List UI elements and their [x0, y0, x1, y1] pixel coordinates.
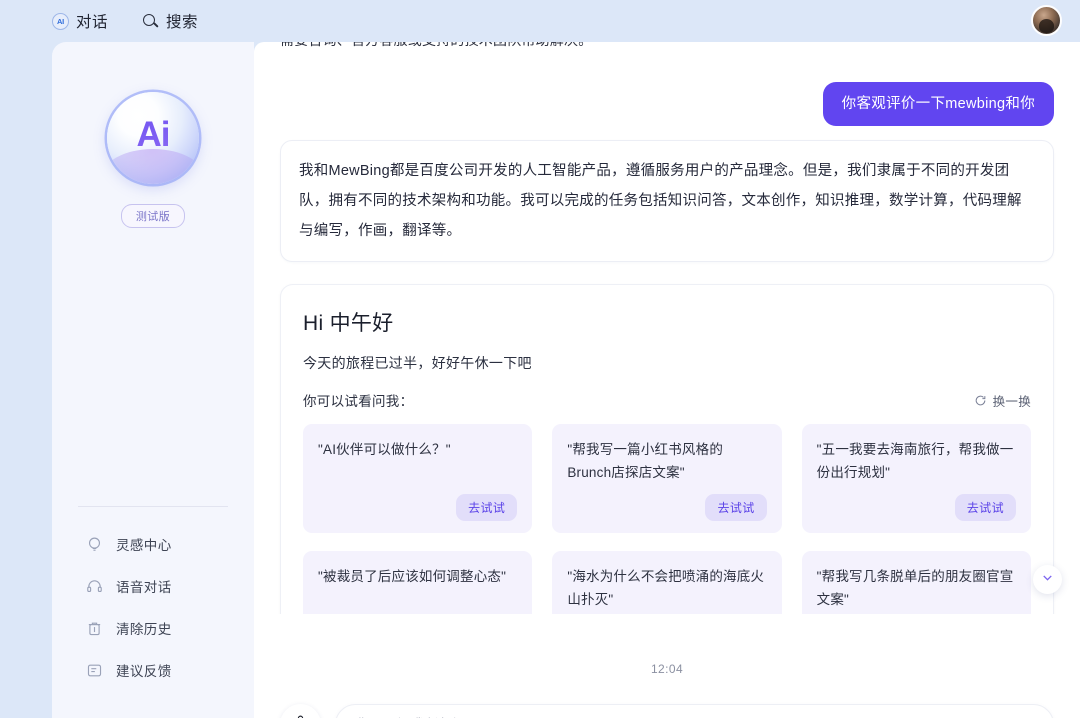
suggestion-button-row: 去试试: [567, 494, 767, 521]
headset-icon: [86, 578, 103, 595]
suggestion-text: "帮我写几条脱单后的朋友圈官宣文案": [816, 569, 1014, 607]
sidebar-item-feedback-label: 建议反馈: [116, 664, 172, 679]
sidebar-item-feedback[interactable]: 建议反馈: [52, 649, 254, 691]
app-root: AI 对话 搜索 Ai 测试版 灵感中心 语音对话 清除历史 建议反馈 你客观评…: [0, 0, 1080, 718]
sidebar-divider: [78, 506, 228, 507]
greeting-subtitle: 今天的旅程已过半，好好午休一下吧: [303, 355, 532, 371]
sidebar: Ai 测试版 灵感中心 语音对话 清除历史 建议反馈: [52, 42, 254, 718]
search-icon: [142, 13, 159, 30]
suggestion-card[interactable]: "帮我写几条脱单后的朋友圈官宣文案" 去试试: [801, 551, 1031, 614]
scroll-to-bottom-button[interactable]: [1033, 565, 1062, 594]
try-it-button[interactable]: 去试试: [456, 494, 518, 521]
clipped-message-text: 需要咨询、官方客服或支持的技术团队帮助解决。: [280, 42, 592, 51]
sidebar-item-clear-history[interactable]: 清除历史: [52, 607, 254, 649]
suggestion-card[interactable]: "海水为什么不会把喷涌的海底火山扑灭" 去试试: [552, 551, 782, 614]
sidebar-item-voice-chat[interactable]: 语音对话: [52, 565, 254, 607]
greeting-hint: 你可以试看问我：: [303, 394, 414, 409]
suggestion-text: "海水为什么不会把喷涌的海底火山扑灭": [567, 569, 765, 607]
sidebar-item-inspiration-label: 灵感中心: [116, 538, 172, 553]
feedback-icon: [86, 662, 103, 679]
beta-badge: 测试版: [120, 204, 186, 228]
top-bar: AI 对话 搜索: [0, 0, 1080, 42]
suggestion-button-row: 去试试: [817, 494, 1016, 521]
refresh-label: 换一换: [992, 394, 1031, 409]
tab-dialogue-label: 对话: [76, 14, 109, 31]
tab-dialogue[interactable]: AI 对话: [52, 10, 108, 32]
message-row-user: 你客观评价一下mewbing和你: [280, 82, 1054, 126]
chat-thread: 需要咨询、官方客服或支持的技术团队帮助解决。 你客观评价一下mewbing和你 …: [254, 42, 1080, 614]
tab-search[interactable]: 搜索: [142, 10, 198, 32]
top-tab-list: AI 对话 搜索: [52, 10, 198, 32]
app-logo: Ai: [107, 92, 199, 184]
try-it-button[interactable]: 去试试: [954, 494, 1016, 521]
tab-search-label: 搜索: [166, 14, 199, 31]
suggestion-card[interactable]: "五一我要去海南旅行，帮我做一份出行规划" 去试试: [801, 424, 1031, 533]
sidebar-item-voice-chat-label: 语音对话: [116, 580, 172, 595]
suggestion-card[interactable]: "AI伙伴可以做什么？" 去试试: [303, 424, 533, 533]
sidebar-item-inspiration[interactable]: 灵感中心: [52, 523, 254, 565]
message-row-assistant: 我和MewBing都是百度公司开发的人工智能产品，遵循服务用户的产品理念。但是，…: [280, 140, 1054, 262]
suggestion-text: "被裁员了后应该如何调整心态": [318, 569, 507, 584]
microphone-icon: [292, 714, 309, 718]
try-it-button[interactable]: 去试试: [705, 494, 767, 521]
suggestion-text: "帮我写一篇小红书风格的Brunch店探店文案": [567, 442, 724, 480]
logo-text: Ai: [107, 92, 199, 184]
lightbulb-icon: [86, 536, 103, 553]
suggestion-card-grid: "AI伙伴可以做什么？" 去试试 "帮我写一篇小红书风格的Brunch店探店文案…: [303, 424, 1031, 614]
suggestion-card[interactable]: "帮我写一篇小红书风格的Brunch店探店文案" 去试试: [552, 424, 782, 533]
user-message-bubble: 你客观评价一下mewbing和你: [822, 82, 1054, 126]
greeting-card: Hi 中午好 今天的旅程已过半，好好午休一下吧 你可以试看问我： 换一换 "AI…: [280, 284, 1054, 614]
chevron-down-icon: [1040, 570, 1055, 590]
composer: [280, 704, 1054, 718]
refresh-suggestions-button[interactable]: 换一换: [974, 391, 1031, 410]
sidebar-menu: 灵感中心 语音对话 清除历史 建议反馈: [52, 523, 254, 691]
suggestion-button-row: 去试试: [318, 494, 518, 521]
assistant-message-bubble: 我和MewBing都是百度公司开发的人工智能产品，遵循服务用户的产品理念。但是，…: [280, 140, 1054, 262]
suggestion-card[interactable]: "被裁员了后应该如何调整心态" 去试试: [303, 551, 533, 614]
trash-icon: [86, 620, 103, 637]
message-input-wrapper[interactable]: [335, 704, 1054, 718]
ai-badge-icon: AI: [52, 12, 69, 30]
sidebar-item-clear-history-label: 清除历史: [116, 622, 172, 637]
greeting-hint-row: 你可以试看问我： 换一换: [303, 390, 1031, 410]
greeting-title: Hi 中午好: [303, 312, 394, 335]
suggestion-text: "AI伙伴可以做什么？": [318, 442, 451, 457]
refresh-icon: [974, 394, 987, 407]
message-timestamp: 12:04: [650, 662, 684, 676]
avatar[interactable]: [1031, 5, 1062, 36]
clipped-message: 需要咨询、官方客服或支持的技术团队帮助解决。: [280, 42, 1054, 68]
main-panel: 需要咨询、官方客服或支持的技术团队帮助解决。 你客观评价一下mewbing和你 …: [254, 42, 1080, 718]
suggestion-text: "五一我要去海南旅行，帮我做一份出行规划": [816, 442, 1014, 480]
voice-input-button[interactable]: [280, 704, 321, 718]
